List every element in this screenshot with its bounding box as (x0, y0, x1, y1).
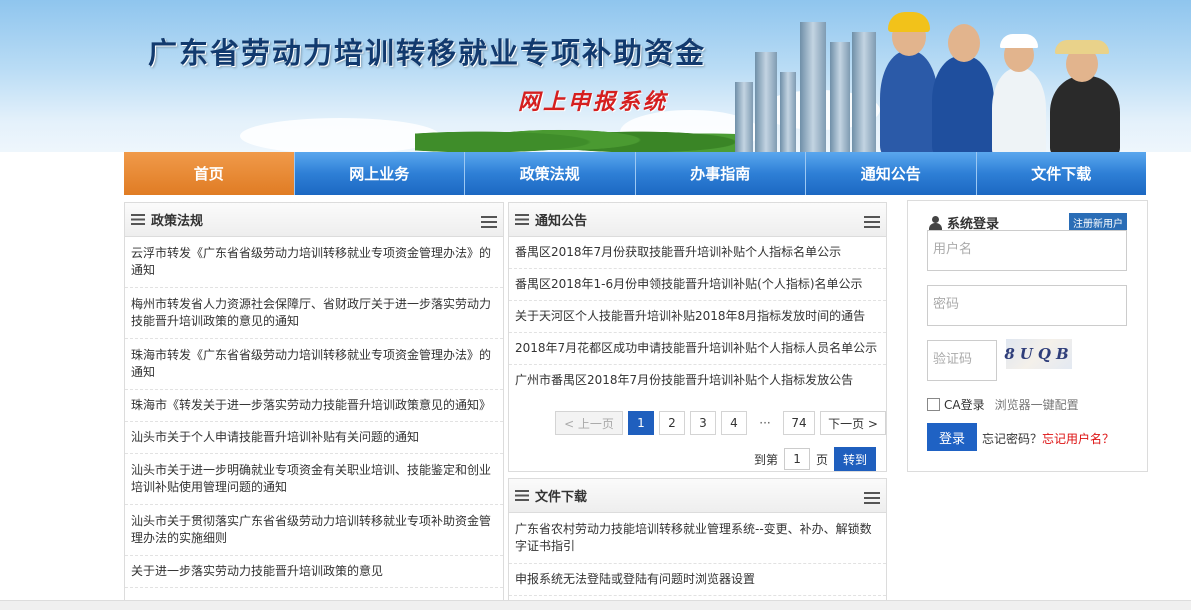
login-button[interactable]: 登录 (927, 423, 977, 451)
notice-list: 番禺区2018年7月份获取技能晋升培训补贴个人指标名单公示 番禺区2018年1-… (509, 237, 886, 396)
page-button[interactable]: 2 (659, 411, 685, 435)
list-item[interactable]: 云浮市转发《广东省省级劳动力培训转移就业专项资金管理办法》的通知 (125, 237, 503, 288)
list-item[interactable]: 汕头市关于进一步明确就业专项资金有关职业培训、技能鉴定和创业培训补贴使用管理问题… (125, 454, 503, 505)
user-icon (928, 215, 942, 230)
browser-config-link[interactable]: 浏览器一键配置 (995, 396, 1079, 413)
policy-panel: 政策法规 云浮市转发《广东省省级劳动力培训转移就业专项资金管理办法》的通知 梅州… (124, 202, 504, 604)
list-icon (515, 214, 529, 225)
menu-icon[interactable] (864, 492, 880, 504)
building-decoration (852, 32, 876, 152)
notice-panel: 通知公告 番禺区2018年7月份获取技能晋升培训补贴个人指标名单公示 番禺区20… (508, 202, 887, 472)
downloads-panel-title: 文件下载 (535, 490, 588, 505)
nav-item-policy[interactable]: 政策法规 (465, 152, 636, 195)
policy-list: 云浮市转发《广东省省级劳动力培训转移就业专项资金管理办法》的通知 梅州市转发省人… (125, 237, 503, 588)
notice-panel-header: 通知公告 (509, 203, 886, 237)
captcha-image[interactable]: 8UQB (1004, 339, 1072, 369)
building-decoration (755, 52, 777, 152)
pagination: < 上一页 1 2 3 4 ··· 74 下一页 > (555, 411, 891, 435)
list-item[interactable]: 申报系统无法登陆或登陆有问题时浏览器设置 (509, 564, 886, 596)
list-item[interactable]: 2018年7月花都区成功申请技能晋升培训补贴个人指标人员名单公示 (509, 333, 886, 365)
goto-button[interactable]: 转到 (834, 447, 877, 471)
forgot-password-link[interactable]: 忘记密码？ (982, 432, 1042, 446)
page-jump: 到第 1 页 转到 (754, 447, 877, 471)
ca-login-checkbox[interactable] (927, 398, 940, 411)
list-icon (515, 490, 529, 501)
menu-icon[interactable] (481, 216, 497, 228)
list-icon (131, 214, 145, 225)
prev-page-button[interactable]: < 上一页 (555, 411, 623, 435)
nav-item-home[interactable]: 首页 (124, 152, 295, 195)
header-banner: 广东省劳动力培训转移就业专项补助资金 网上申报系统 (0, 0, 1191, 152)
list-item[interactable]: 汕头市关于贯彻落实广东省省级劳动力培训转移就业专项补助资金管理办法的实施细则 (125, 505, 503, 556)
list-item[interactable]: 关于进一步落实劳动力技能晋升培训政策的意见 (125, 556, 503, 588)
main-nav: 首页 网上业务 政策法规 办事指南 通知公告 文件下载 (124, 152, 1146, 195)
downloads-panel-header: 文件下载 (509, 479, 886, 513)
nav-item-online-business[interactable]: 网上业务 (295, 152, 465, 195)
page-button[interactable]: 1 (628, 411, 654, 435)
downloads-panel: 文件下载 广东省农村劳动力技能培训转移就业管理系统--变更、补办、解锁数字证书指… (508, 478, 887, 604)
policy-panel-title: 政策法规 (151, 214, 204, 229)
goto-page-input[interactable]: 1 (784, 448, 811, 470)
ca-login-label[interactable]: CA登录 (944, 396, 985, 413)
forgot-username-link[interactable]: 忘记用户名？ (1042, 432, 1114, 446)
policy-panel-header: 政策法规 (125, 203, 503, 237)
nav-item-notice[interactable]: 通知公告 (806, 152, 977, 195)
notice-panel-title: 通知公告 (535, 214, 588, 229)
last-page-button[interactable]: 74 (783, 411, 815, 435)
building-decoration (735, 82, 753, 152)
username-input[interactable]: 用户名 (927, 230, 1127, 271)
list-item[interactable]: 珠海市转发《广东省省级劳动力培训转移就业专项资金管理办法》的通知 (125, 339, 503, 390)
list-item[interactable]: 梅州市转发省人力资源社会保障厅、省财政厅关于进一步落实劳动力技能晋升培训政策的意… (125, 288, 503, 339)
pagination-ellipsis: ··· (759, 416, 771, 430)
building-decoration (830, 42, 850, 152)
trees-decoration (415, 118, 735, 152)
site-title: 广东省劳动力培训转移就业专项补助资金 (148, 36, 707, 70)
building-decoration (800, 22, 826, 152)
page-button[interactable]: 4 (721, 411, 747, 435)
goto-prefix: 到第 (754, 452, 779, 467)
next-page-button[interactable]: 下一页 > (820, 411, 886, 435)
captcha-input[interactable]: 验证码 (927, 340, 997, 381)
forgot-links: 忘记密码？忘记用户名？ (982, 430, 1114, 447)
cloud-decoration (240, 118, 440, 152)
goto-suffix: 页 (816, 452, 829, 467)
list-item[interactable]: 汕头市关于个人申请技能晋升培训补贴有关问题的通知 (125, 422, 503, 454)
list-item[interactable]: 广东省农村劳动力技能培训转移就业管理系统--变更、补办、解锁数字证书指引 (509, 513, 886, 564)
nav-item-downloads[interactable]: 文件下载 (977, 152, 1147, 195)
downloads-list: 广东省农村劳动力技能培训转移就业管理系统--变更、补办、解锁数字证书指引 申报系… (509, 513, 886, 596)
password-input[interactable]: 密码 (927, 285, 1127, 326)
ca-login-row: CA登录 浏览器一键配置 (927, 396, 1079, 413)
list-item[interactable]: 番禺区2018年1-6月份申领技能晋升培训补贴(个人指标)名单公示 (509, 269, 886, 301)
list-item[interactable]: 番禺区2018年7月份获取技能晋升培训补贴个人指标名单公示 (509, 237, 886, 269)
list-item[interactable]: 广州市番禺区2018年7月份技能晋升培训补贴个人指标发放公告 (509, 365, 886, 396)
menu-icon[interactable] (864, 216, 880, 228)
page-button[interactable]: 3 (690, 411, 716, 435)
building-decoration (780, 72, 796, 152)
list-item[interactable]: 关于天河区个人技能晋升培训补贴2018年8月指标发放时间的通告 (509, 301, 886, 333)
site-subtitle: 网上申报系统 (518, 89, 669, 115)
workers-illustration (880, 6, 1130, 152)
nav-item-guide[interactable]: 办事指南 (636, 152, 806, 195)
list-item[interactable]: 珠海市《转发关于进一步落实劳动力技能晋升培训政策意见的通知》 (125, 390, 503, 422)
